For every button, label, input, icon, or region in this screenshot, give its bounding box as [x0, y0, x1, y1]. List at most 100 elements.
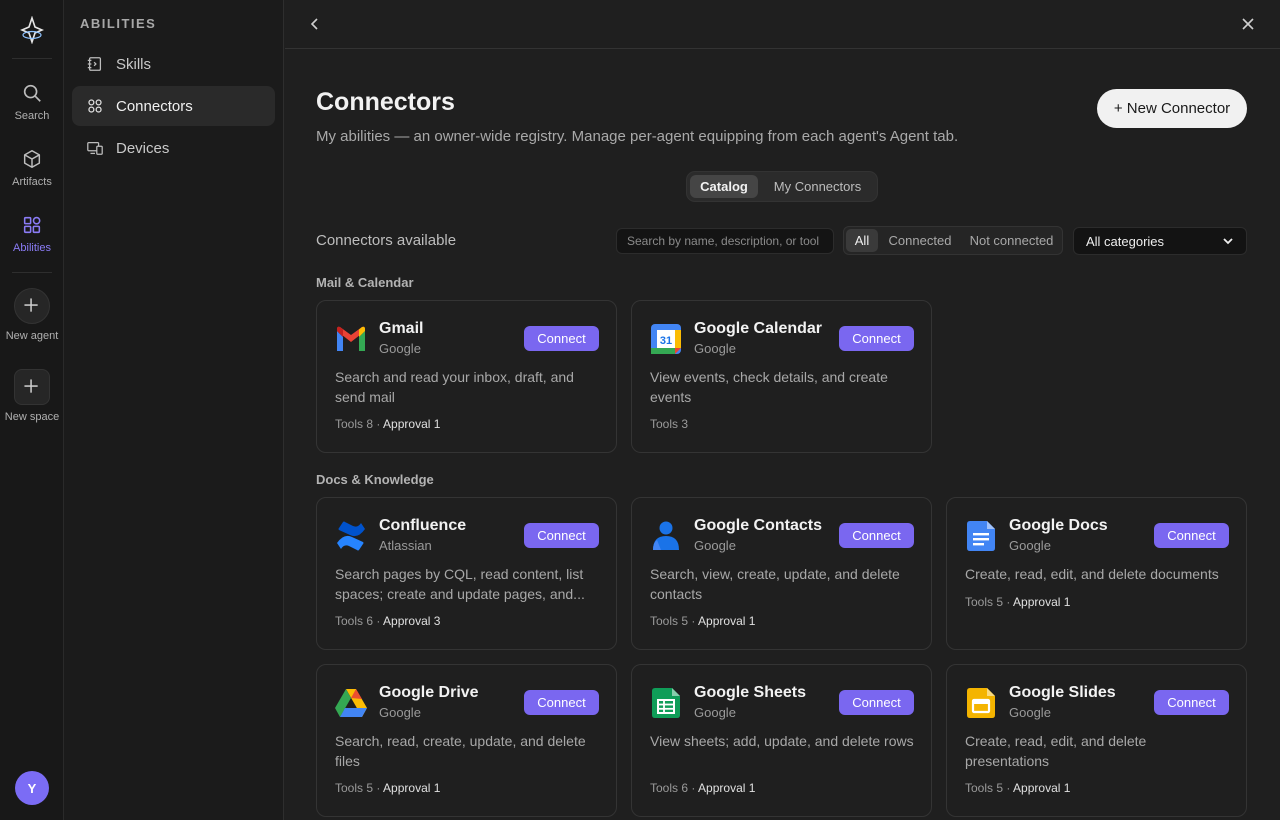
status-filter: All Connected Not connected	[843, 226, 1063, 255]
connector-description: Search, view, create, update, and delete…	[650, 566, 900, 602]
rail-divider	[12, 272, 52, 273]
connector-card-gmail[interactable]: Gmail Google Connect Search and read you…	[316, 300, 617, 453]
connector-name: Google Slides	[1009, 684, 1116, 701]
rail-abilities-label: Abilities	[13, 242, 51, 254]
rail-artifacts[interactable]: Artifacts	[0, 148, 64, 188]
tab-my-connectors[interactable]: My Connectors	[761, 175, 874, 198]
connector-stats: Tools 5 · Approval 1	[965, 781, 1071, 795]
app-logo-icon[interactable]	[20, 16, 44, 44]
connector-card-google-drive[interactable]: Google Drive Google Connect Search, read…	[316, 664, 617, 817]
gmail-icon	[337, 326, 365, 351]
connector-vendor: Google	[694, 705, 736, 720]
sidebar-item-connectors[interactable]: Connectors	[72, 86, 275, 126]
google-docs-icon	[967, 521, 995, 551]
rail-new-agent-label: New agent	[5, 330, 59, 342]
plus-icon	[24, 298, 38, 312]
connect-button[interactable]: Connect	[524, 523, 599, 548]
connect-button[interactable]: Connect	[839, 690, 914, 715]
filter-connected[interactable]: Connected	[880, 229, 960, 252]
filter-not-connected[interactable]: Not connected	[962, 229, 1061, 252]
new-space-button[interactable]	[14, 369, 50, 405]
connector-description: Search and read your inbox, draft, and s…	[335, 369, 574, 405]
connector-description: Create, read, edit, and delete presentat…	[965, 733, 1147, 769]
section-docs-knowledge: Docs & Knowledge	[316, 472, 434, 487]
google-contacts-icon	[653, 521, 679, 550]
connector-vendor: Google	[694, 341, 736, 356]
connector-card-confluence[interactable]: Confluence Atlassian Connect Search page…	[316, 497, 617, 650]
new-connector-button[interactable]: + New Connector	[1097, 89, 1247, 128]
connect-button[interactable]: Connect	[524, 326, 599, 351]
sidebar-item-label: Devices	[116, 139, 170, 157]
connector-name: Confluence	[379, 517, 467, 534]
tab-catalog[interactable]: Catalog	[690, 175, 758, 198]
category-select[interactable]: All categories	[1073, 227, 1247, 255]
connector-card-google-calendar[interactable]: 31 Google Calendar Google Connect View e…	[631, 300, 932, 453]
connector-card-google-sheets[interactable]: Google Sheets Google Connect View sheets…	[631, 664, 932, 817]
new-agent-button[interactable]	[14, 288, 50, 324]
google-slides-icon	[967, 688, 995, 718]
app-window: Search Artifacts Abilities New agent New…	[0, 0, 1280, 820]
connect-button[interactable]: Connect	[524, 690, 599, 715]
google-calendar-icon: 31	[651, 324, 681, 354]
connector-vendor: Google	[1009, 538, 1051, 553]
connector-name: Google Sheets	[694, 684, 807, 701]
chevron-left-icon[interactable]	[305, 14, 325, 34]
google-sheets-icon	[652, 688, 680, 718]
connector-vendor: Google	[1009, 705, 1051, 720]
tools-count: Tools 5	[965, 781, 1004, 795]
panel-topbar	[285, 0, 1280, 49]
connector-card-google-slides[interactable]: Google Slides Google Connect Create, rea…	[946, 664, 1247, 817]
connector-card-google-docs[interactable]: Google Docs Google Connect Create, read,…	[946, 497, 1247, 650]
approval-count: Approval 1	[698, 781, 756, 795]
connector-stats: Tools 6 · Approval 1	[650, 781, 756, 795]
search-input[interactable]	[616, 228, 834, 254]
tools-count: Tools 3	[650, 417, 689, 431]
rail-new-agent[interactable]: New agent	[0, 288, 64, 342]
tools-count: Tools 6	[335, 614, 374, 628]
close-icon[interactable]	[1238, 14, 1258, 34]
rail-search[interactable]: Search	[0, 82, 64, 122]
sidebar-item-devices[interactable]: Devices	[72, 128, 275, 168]
tools-count: Tools 5	[335, 781, 374, 795]
connector-stats: Tools 3	[650, 417, 688, 431]
connect-button[interactable]: Connect	[1154, 690, 1229, 715]
rail-divider	[12, 58, 52, 59]
tools-count: Tools 8	[335, 417, 374, 431]
devices-icon	[87, 141, 103, 155]
connector-stats: Tools 5 · Approval 1	[335, 781, 441, 795]
connector-name: Google Contacts	[694, 517, 823, 534]
connector-name: Google Drive	[379, 684, 479, 701]
avatar[interactable]: Y	[15, 771, 49, 805]
connector-description: View events, check details, and create e…	[650, 369, 888, 405]
sidebar-item-label: Skills	[116, 55, 152, 73]
rail-artifacts-label: Artifacts	[12, 176, 52, 188]
section-mail-calendar: Mail & Calendar	[316, 275, 414, 290]
sidebar-item-skills[interactable]: Skills	[72, 44, 275, 84]
approval-count: Approval 1	[383, 781, 441, 795]
sidebar-item-label: Connectors	[116, 97, 193, 115]
page-subtitle: My abilities — an owner-wide registry. M…	[316, 128, 959, 145]
rail-abilities[interactable]: Abilities	[0, 214, 64, 254]
approval-count: Approval 1	[1013, 595, 1071, 609]
rail-new-space[interactable]: New space	[0, 369, 64, 423]
tools-count: Tools 5	[650, 614, 689, 628]
filter-all[interactable]: All	[846, 229, 878, 252]
approval-count: Approval 1	[698, 614, 756, 628]
connector-vendor: Google	[694, 538, 736, 553]
connectors-icon	[88, 99, 102, 113]
grid-icon	[23, 216, 41, 234]
connector-name: Google Docs	[1009, 517, 1108, 534]
rail-new-space-label: New space	[4, 411, 60, 423]
abilities-sidebar: ABILITIES Skills Connectors Devices	[64, 0, 284, 820]
connect-button[interactable]: Connect	[839, 326, 914, 351]
connect-button[interactable]: Connect	[1154, 523, 1229, 548]
connectors-panel: Connectors My abilities — an owner-wide …	[285, 0, 1280, 820]
view-tabs: Catalog My Connectors	[686, 171, 878, 202]
page-title: Connectors	[316, 88, 455, 116]
connector-description: Search, read, create, update, and delete…	[335, 733, 586, 769]
connect-button[interactable]: Connect	[839, 523, 914, 548]
skills-icon	[87, 57, 102, 71]
google-drive-icon	[335, 689, 367, 717]
left-rail: Search Artifacts Abilities New agent New…	[0, 0, 64, 820]
connector-card-google-contacts[interactable]: Google Contacts Google Connect Search, v…	[631, 497, 932, 650]
